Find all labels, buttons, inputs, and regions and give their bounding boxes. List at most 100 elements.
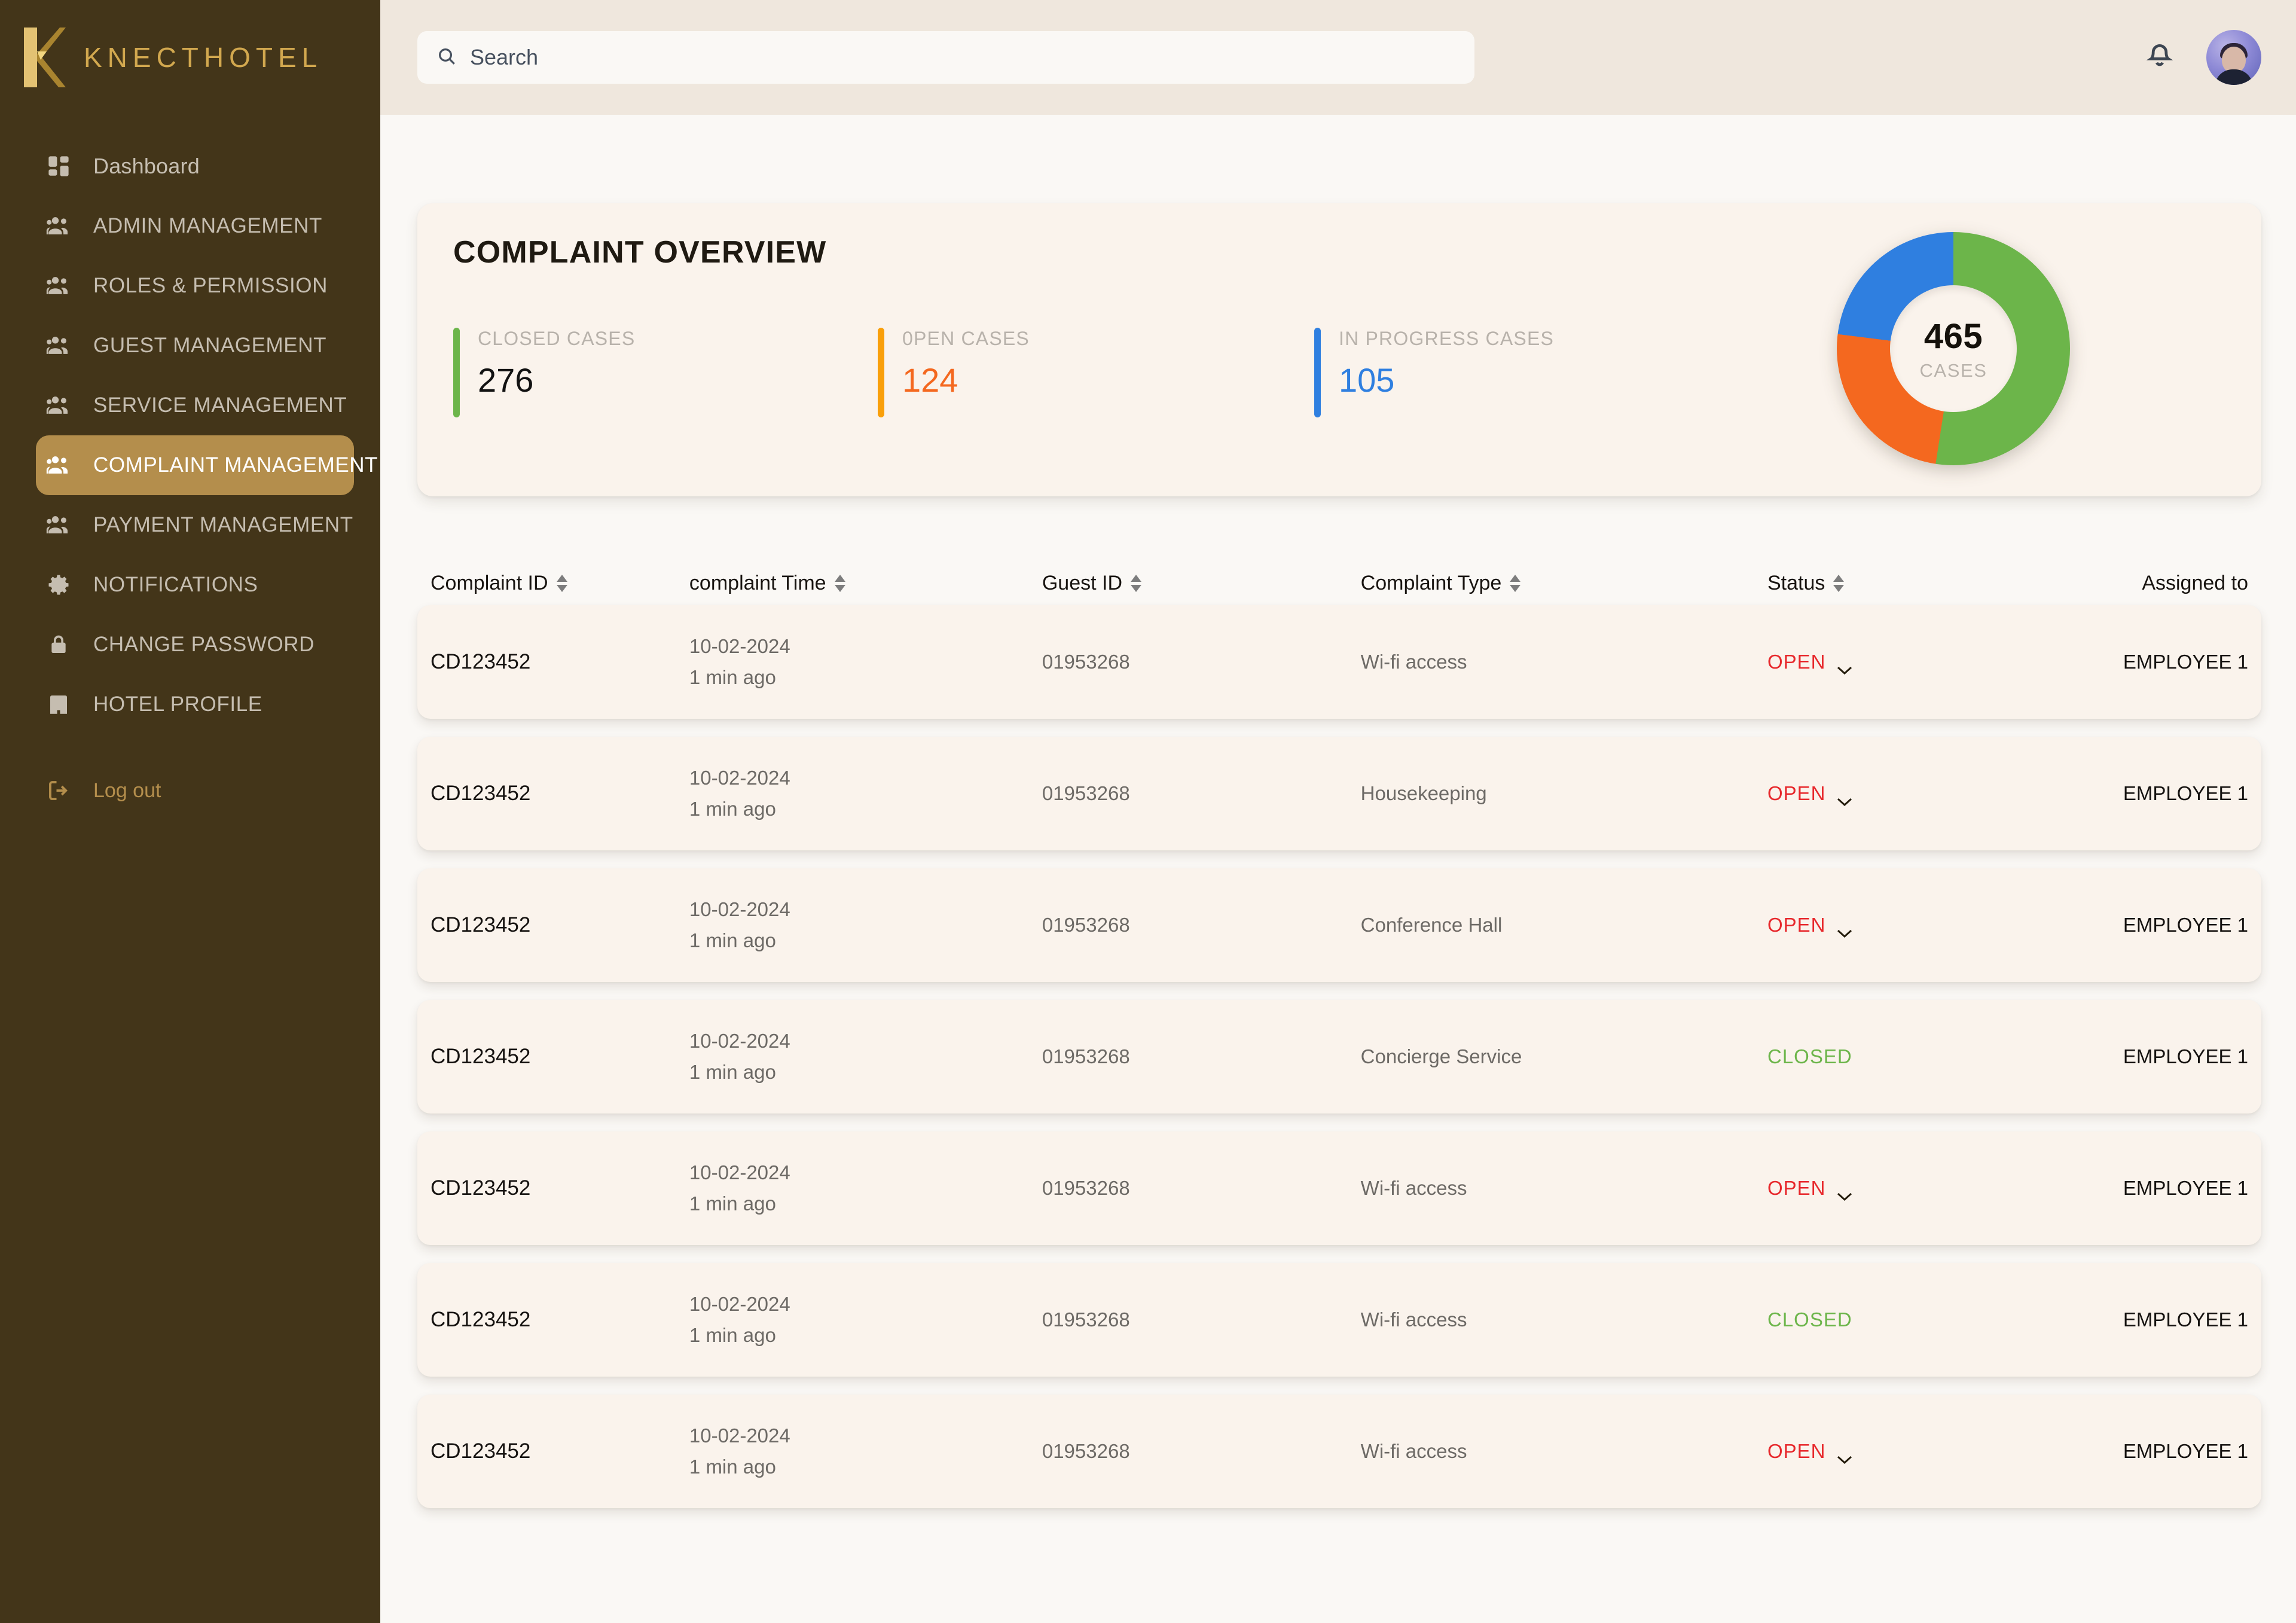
sidebar-item-label: CHANGE PASSWORD <box>93 633 315 656</box>
table-row[interactable]: CD123452 10-02-2024 1 min ago 01953268 Confe… <box>417 868 2261 982</box>
cell-complaint-time: 10-02-2024 1 min ago <box>689 1030 1042 1084</box>
complaints-table: Complaint ID complaint Time Guest ID Com… <box>417 561 2261 1508</box>
logout-button[interactable]: Log out <box>44 776 380 805</box>
cell-complaint-type: Conference Hall <box>1360 914 1503 936</box>
topbar <box>380 0 2296 115</box>
status-label: OPEN <box>1767 1440 1826 1462</box>
table-row[interactable]: CD123452 10-02-2024 1 min ago 01953268 Wi-fi… <box>417 1263 2261 1377</box>
sidebar-item-label: GUEST MANAGEMENT <box>93 334 327 357</box>
sidebar-item-roles-permission[interactable]: ROLES & PERMISSION <box>37 256 354 316</box>
people-icon <box>44 331 73 360</box>
sidebar-item-label: SERVICE MANAGEMENT <box>93 393 347 417</box>
sidebar-item-complaint-management[interactable]: COMPLAINT MANAGEMENT <box>36 435 378 495</box>
cell-status[interactable]: CLOSED <box>1767 1045 2100 1068</box>
cell-assigned-to: EMPLOYEE 1 <box>2123 914 2248 936</box>
search-input[interactable] <box>470 45 1455 70</box>
column-label: Guest ID <box>1042 571 1123 594</box>
bell-icon[interactable] <box>2145 42 2174 74</box>
column-header-assigned-to: Assigned to <box>2100 572 2248 595</box>
table-row[interactable]: CD123452 10-02-2024 1 min ago 01953268 Conci… <box>417 1000 2261 1113</box>
stat-closed-cases: CLOSED CASES 276 <box>453 328 878 417</box>
complaint-relative-time: 1 min ago <box>689 1192 776 1215</box>
column-label: Status <box>1767 571 1825 594</box>
complaint-date: 10-02-2024 <box>689 1293 790 1315</box>
sidebar-item-guest-management[interactable]: GUEST MANAGEMENT <box>37 316 354 376</box>
status-badge[interactable]: OPEN <box>1767 782 2100 807</box>
column-label: Complaint Type <box>1360 571 1502 594</box>
sidebar-item-label: HOTEL PROFILE <box>93 692 262 716</box>
sort-arrows-icon[interactable] <box>1131 574 1142 592</box>
sort-arrows-icon[interactable] <box>556 574 567 592</box>
cell-status[interactable]: OPEN <box>1767 782 2100 807</box>
complaint-relative-time: 1 min ago <box>689 666 776 688</box>
cell-status[interactable]: OPEN <box>1767 1440 2100 1465</box>
status-badge[interactable]: CLOSED <box>1767 1045 2100 1068</box>
complaint-relative-time: 1 min ago <box>689 1324 776 1346</box>
column-header-complaint-time[interactable]: complaint Time <box>689 572 1042 595</box>
search-box[interactable] <box>417 31 1474 84</box>
sidebar-item-notifications[interactable]: NOTIFICATIONS <box>37 555 354 615</box>
main-area: COMPLAINT OVERVIEW CLOSED CASES 276 0PEN… <box>380 0 2296 1623</box>
chevron-down-icon[interactable] <box>1837 657 1852 675</box>
cell-complaint-id: CD123452 <box>430 1439 531 1463</box>
sidebar-item-hotel-profile[interactable]: HOTEL PROFILE <box>37 675 354 734</box>
status-label: CLOSED <box>1767 1045 1852 1067</box>
cell-assigned-to: EMPLOYEE 1 <box>2123 1308 2248 1331</box>
stat-color-bar <box>878 328 884 417</box>
topbar-actions <box>2145 30 2261 85</box>
cell-status[interactable]: OPEN <box>1767 1177 2100 1201</box>
column-header-guest-id[interactable]: Guest ID <box>1042 572 1361 595</box>
chevron-down-icon[interactable] <box>1837 789 1852 807</box>
stat-label: 0PEN CASES <box>902 328 1030 349</box>
status-badge[interactable]: OPEN <box>1767 1440 2100 1465</box>
people-icon <box>44 451 73 480</box>
cell-assigned-to: EMPLOYEE 1 <box>2123 651 2248 673</box>
page-content: COMPLAINT OVERVIEW CLOSED CASES 276 0PEN… <box>380 115 2296 1623</box>
sidebar-item-dashboard[interactable]: Dashboard <box>37 136 354 196</box>
complaint-relative-time: 1 min ago <box>689 798 776 820</box>
sidebar-item-admin-management[interactable]: ADMIN MANAGEMENT <box>37 196 354 256</box>
brand: KNECTHOTEL <box>0 0 380 115</box>
table-row[interactable]: CD123452 10-02-2024 1 min ago 01953268 Wi-fi… <box>417 605 2261 719</box>
complaint-relative-time: 1 min ago <box>689 1061 776 1083</box>
table-row[interactable]: CD123452 10-02-2024 1 min ago 01953268 House… <box>417 737 2261 850</box>
chevron-down-icon[interactable] <box>1837 920 1852 938</box>
table-row[interactable]: CD123452 10-02-2024 1 min ago 01953268 Wi-fi… <box>417 1395 2261 1508</box>
complaint-relative-time: 1 min ago <box>689 1456 776 1478</box>
donut-total: 465 <box>1923 316 1983 356</box>
status-badge[interactable]: CLOSED <box>1767 1308 2100 1331</box>
avatar[interactable] <box>2206 30 2261 85</box>
cell-assigned-to: EMPLOYEE 1 <box>2123 782 2248 804</box>
cell-complaint-id: CD123452 <box>430 1308 531 1331</box>
cell-complaint-time: 10-02-2024 1 min ago <box>689 1161 1042 1215</box>
gear-icon <box>44 571 73 599</box>
status-badge[interactable]: OPEN <box>1767 1177 2100 1201</box>
column-header-status[interactable]: Status <box>1767 572 2100 595</box>
table-row[interactable]: CD123452 10-02-2024 1 min ago 01953268 Wi-fi… <box>417 1131 2261 1245</box>
cell-complaint-time: 10-02-2024 1 min ago <box>689 1424 1042 1478</box>
stat-in-progress-cases: IN PROGRESS CASES 105 <box>1314 328 1673 417</box>
cell-complaint-type: Wi-fi access <box>1360 1308 1467 1331</box>
cell-status[interactable]: OPEN <box>1767 914 2100 938</box>
cell-status[interactable]: OPEN <box>1767 651 2100 675</box>
cell-complaint-type: Housekeeping <box>1360 782 1487 804</box>
cell-complaint-time: 10-02-2024 1 min ago <box>689 1293 1042 1347</box>
sort-arrows-icon[interactable] <box>834 574 845 592</box>
chevron-down-icon[interactable] <box>1837 1183 1852 1201</box>
cell-complaint-type: Wi-fi access <box>1360 1440 1467 1462</box>
chevron-down-icon[interactable] <box>1837 1447 1852 1465</box>
people-icon <box>44 391 73 420</box>
status-badge[interactable]: OPEN <box>1767 651 2100 675</box>
column-label: complaint Time <box>689 571 826 594</box>
sidebar-item-payment-management[interactable]: PAYMENT MANAGEMENT <box>37 495 354 555</box>
sidebar-item-service-management[interactable]: SERVICE MANAGEMENT <box>37 376 354 435</box>
cell-status[interactable]: CLOSED <box>1767 1308 2100 1331</box>
sidebar-item-change-password[interactable]: CHANGE PASSWORD <box>37 615 354 675</box>
cell-assigned-to: EMPLOYEE 1 <box>2123 1177 2248 1199</box>
column-header-complaint-id[interactable]: Complaint ID <box>430 572 689 595</box>
sort-arrows-icon[interactable] <box>1833 574 1845 592</box>
status-label: CLOSED <box>1767 1308 1852 1331</box>
sort-arrows-icon[interactable] <box>1510 574 1521 592</box>
status-badge[interactable]: OPEN <box>1767 914 2100 938</box>
column-header-complaint-type[interactable]: Complaint Type <box>1361 572 1767 595</box>
